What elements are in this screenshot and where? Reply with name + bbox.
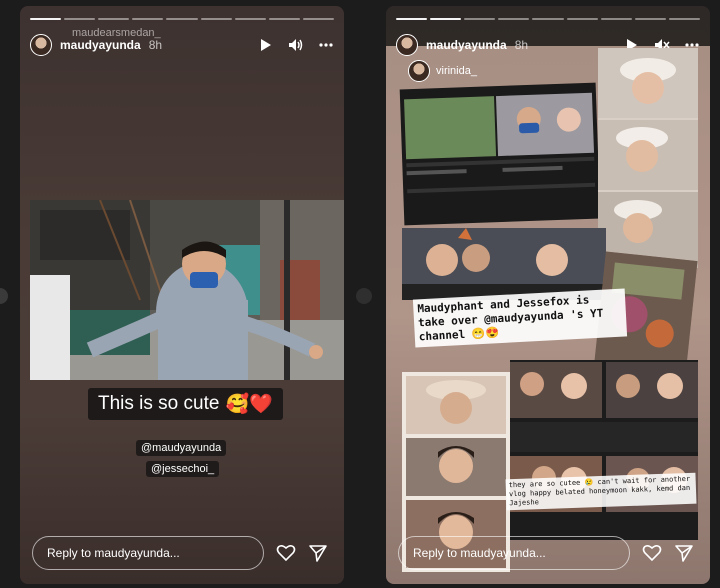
progress-segment (268, 18, 300, 20)
send-icon[interactable] (308, 543, 328, 563)
heart-icon[interactable] (642, 543, 662, 563)
story-video[interactable] (30, 200, 344, 380)
story-controls (258, 37, 334, 53)
volume-icon[interactable] (288, 37, 304, 53)
progress-segment (396, 18, 428, 20)
progress-segment (132, 18, 164, 20)
progress-segment (64, 18, 96, 20)
next-story-arrow[interactable] (356, 288, 372, 304)
story-caption: This is so cute 🥰❤️ (88, 388, 283, 420)
reply-input[interactable]: Reply to maudyayunda... (398, 536, 630, 570)
previous-story-arrow[interactable] (0, 288, 8, 304)
progress-segment (498, 18, 530, 20)
avatar[interactable] (396, 34, 418, 56)
collage-note: they are so cutee 😢 can't wait for anoth… (505, 472, 697, 511)
stories-viewer: maudearsmedan_ maudyayunda 8h This is so… (0, 0, 720, 588)
reply-input[interactable]: Reply to maudyayunda... (32, 536, 264, 570)
more-icon[interactable] (318, 37, 334, 53)
progress-segment (166, 18, 198, 20)
progress-segment (30, 18, 62, 20)
progress-segment (532, 18, 564, 20)
street-scene-image (30, 200, 344, 380)
heart-icon[interactable] (276, 543, 296, 563)
progress-segment (200, 18, 232, 20)
reshare-attribution[interactable]: virinida_ (408, 60, 477, 82)
photo-strip (598, 48, 698, 268)
story-header: maudyayunda 8h (30, 30, 334, 60)
progress-segment (98, 18, 130, 20)
avatar (408, 60, 430, 82)
username[interactable]: maudyayunda (426, 38, 507, 52)
reshared-username: virinida_ (436, 65, 477, 77)
video-grid-image (510, 362, 698, 512)
progress-segment (600, 18, 632, 20)
send-icon[interactable] (674, 543, 694, 563)
video-grid-screenshot (510, 360, 698, 540)
username[interactable]: maudyayunda (60, 38, 141, 52)
story-left[interactable]: maudearsmedan_ maudyayunda 8h This is so… (20, 6, 344, 584)
avatar[interactable] (30, 34, 52, 56)
story-progress (396, 18, 700, 20)
progress-segment (302, 18, 334, 20)
selfie-image (402, 228, 606, 284)
post-time: 8h (514, 38, 529, 52)
progress-segment (634, 18, 666, 20)
story-progress (30, 18, 334, 20)
mention-tag[interactable]: @maudyayunda (136, 440, 227, 456)
post-time: 8h (148, 38, 163, 52)
selfie-screenshot (402, 228, 606, 300)
caption-emojis: 🥰❤️ (225, 394, 273, 415)
caption-text: This is so cute (98, 393, 220, 414)
portrait-photos-image (598, 48, 698, 268)
progress-segment (668, 18, 700, 20)
play-icon[interactable] (258, 37, 274, 53)
progress-segment (430, 18, 462, 20)
youtube-screenshot (399, 82, 601, 226)
story-right[interactable]: maudyayunda 8h virinida_ Maudyphant and … (386, 6, 710, 584)
progress-segment (464, 18, 496, 20)
progress-segment (566, 18, 598, 20)
progress-segment (234, 18, 266, 20)
mention-tag[interactable]: @jessechoi_ (146, 461, 220, 477)
video-thumbnail-image (404, 92, 596, 194)
